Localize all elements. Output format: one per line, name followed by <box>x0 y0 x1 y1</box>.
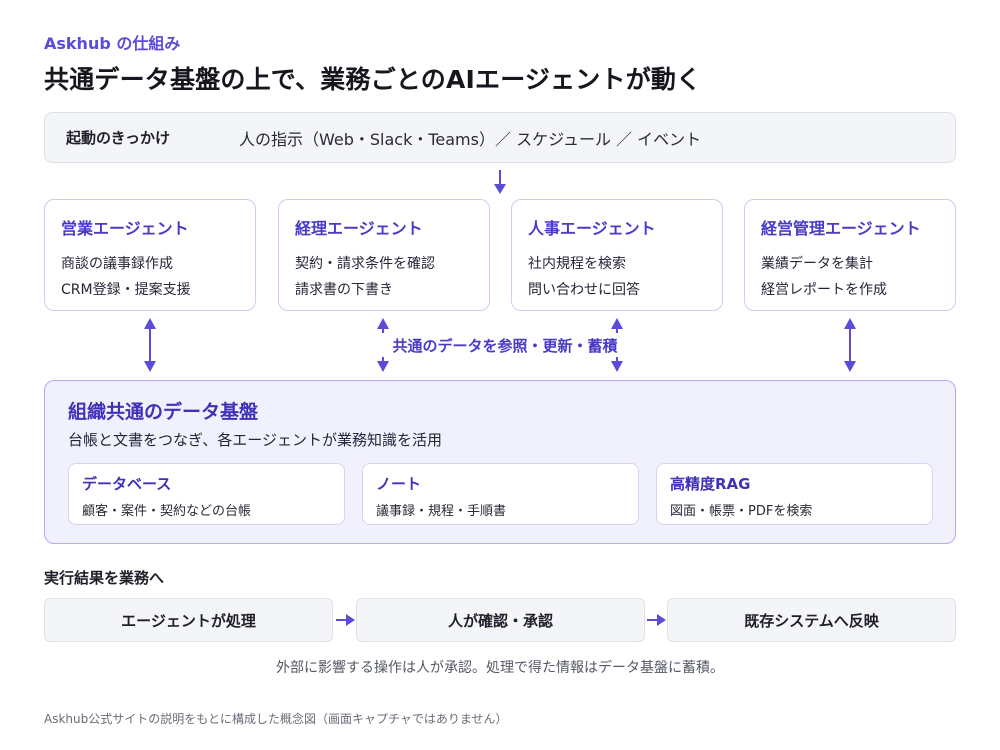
agent-task: 経営レポートを作成 <box>761 282 887 298</box>
flow-heading: 実行結果を業務へ <box>44 569 165 587</box>
store-description: 顧客・案件・契約などの台帳 <box>82 504 252 519</box>
store-title: ノート <box>376 475 422 493</box>
store-title: 高精度RAG <box>670 475 751 493</box>
trigger-text: 人の指示（Web・Slack・Teams）／ スケジュール ／ イベント <box>239 129 702 149</box>
data-foundation-panel: 組織共通のデータ基盤 台帳と文書をつなぎ、各エージェントが業務知識を活用 データ… <box>44 380 956 544</box>
footnote: Askhub公式サイトの説明をもとに構成した概念図（画面キャプチャではありません… <box>44 712 508 726</box>
trigger-label: 起動のきっかけ <box>66 129 170 147</box>
store-card-rag: 高精度RAG 図面・帳票・PDFを検索 <box>656 463 933 525</box>
agent-card-hr: 人事エージェント 社内規程を検索 問い合わせに回答 <box>511 199 723 311</box>
agent-title: 経営管理エージェント <box>761 219 921 238</box>
foundation-description: 台帳と文書をつなぎ、各エージェントが業務知識を活用 <box>68 431 442 449</box>
agent-task: 契約・請求条件を確認 <box>295 256 435 272</box>
page-title: 共通データ基盤の上で、業務ごとのAIエージェントが動く <box>44 65 702 94</box>
foundation-title: 組織共通のデータ基盤 <box>68 401 259 423</box>
double-arrow-icon <box>844 318 856 372</box>
double-arrow-icon <box>144 318 156 372</box>
flow-step-system-update: 既存システムへ反映 <box>667 598 956 642</box>
store-description: 議事録・規程・手順書 <box>376 504 507 519</box>
agent-task: 商談の議事録作成 <box>61 256 173 272</box>
agent-task: 請求書の下書き <box>295 282 393 298</box>
store-card-notes: ノート 議事録・規程・手順書 <box>362 463 639 525</box>
agent-card-sales: 営業エージェント 商談の議事録作成 CRM登録・提案支援 <box>44 199 256 311</box>
agent-title: 経理エージェント <box>295 219 423 238</box>
agent-task: CRM登録・提案支援 <box>61 282 191 298</box>
arrow-right-icon <box>647 614 666 626</box>
agent-title: 人事エージェント <box>528 219 656 238</box>
trigger-down-arrow-icon <box>494 170 506 194</box>
connector-label: 共通のデータを参照・更新・蓄積 <box>392 337 618 355</box>
flow-step-human-approval: 人が確認・承認 <box>356 598 645 642</box>
agent-task: 業績データを集計 <box>761 256 873 272</box>
agent-card-accounting: 経理エージェント 契約・請求条件を確認 請求書の下書き <box>278 199 490 311</box>
agent-task: 社内規程を検索 <box>528 256 626 272</box>
trigger-panel: 起動のきっかけ 人の指示（Web・Slack・Teams）／ スケジュール ／ … <box>44 112 956 163</box>
flow-note: 外部に影響する操作は人が承認。処理で得た情報はデータ基盤に蓄積。 <box>276 660 724 676</box>
store-card-database: データベース 顧客・案件・契約などの台帳 <box>68 463 345 525</box>
store-description: 図面・帳票・PDFを検索 <box>670 504 813 519</box>
agent-title: 営業エージェント <box>61 219 189 238</box>
store-title: データベース <box>82 475 172 493</box>
eyebrow-label: Askhub の仕組み <box>44 34 181 53</box>
flow-step-agent-process: エージェントが処理 <box>44 598 333 642</box>
agent-task: 問い合わせに回答 <box>528 282 640 298</box>
agent-card-management: 経営管理エージェント 業績データを集計 経営レポートを作成 <box>744 199 956 311</box>
arrow-right-icon <box>336 614 355 626</box>
